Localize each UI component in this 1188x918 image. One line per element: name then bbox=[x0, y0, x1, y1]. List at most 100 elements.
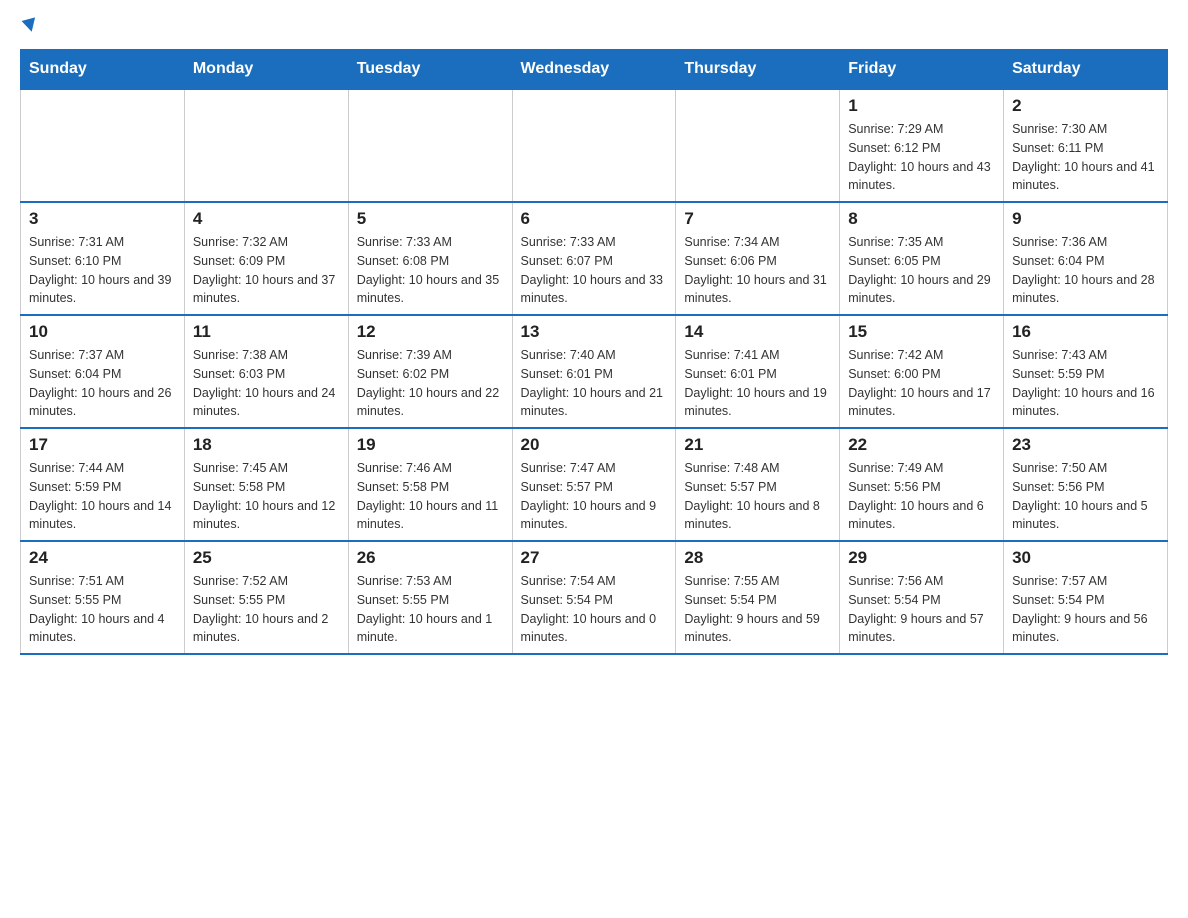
calendar-cell: 5 Sunrise: 7:33 AM Sunset: 6:08 PM Daylig… bbox=[348, 202, 512, 315]
day-number: 12 bbox=[357, 322, 504, 342]
calendar-cell: 27 Sunrise: 7:54 AM Sunset: 5:54 PM Dayli… bbox=[512, 541, 676, 654]
calendar-cell: 19Sunrise: 7:46 AM Sunset: 5:58 PM Dayli… bbox=[348, 428, 512, 541]
day-info: Sunrise: 7:41 AM Sunset: 6:01 PM Dayligh… bbox=[684, 346, 831, 421]
calendar-cell: 16Sunrise: 7:43 AM Sunset: 5:59 PM Dayli… bbox=[1004, 315, 1168, 428]
weekday-header-tuesday: Tuesday bbox=[348, 50, 512, 90]
day-number: 13 bbox=[521, 322, 668, 342]
day-info: Sunrise: 7:32 AM Sunset: 6:09 PM Dayligh… bbox=[193, 233, 340, 308]
day-number: 15 bbox=[848, 322, 995, 342]
calendar-cell: 14 Sunrise: 7:41 AM Sunset: 6:01 PM Dayli… bbox=[676, 315, 840, 428]
day-info: Sunrise: 7:49 AM Sunset: 5:56 PM Dayligh… bbox=[848, 459, 995, 534]
calendar-cell: 15 Sunrise: 7:42 AM Sunset: 6:00 PM Dayli… bbox=[840, 315, 1004, 428]
logo-general-text bbox=[20, 20, 37, 33]
day-info: Sunrise: 7:35 AM Sunset: 6:05 PM Dayligh… bbox=[848, 233, 995, 308]
calendar-cell bbox=[676, 89, 840, 202]
calendar-week-3: 10 Sunrise: 7:37 AM Sunset: 6:04 PM Dayli… bbox=[21, 315, 1168, 428]
day-number: 18 bbox=[193, 435, 340, 455]
calendar-cell bbox=[184, 89, 348, 202]
day-info: Sunrise: 7:52 AM Sunset: 5:55 PM Dayligh… bbox=[193, 572, 340, 647]
day-info: Sunrise: 7:47 AM Sunset: 5:57 PM Dayligh… bbox=[521, 459, 668, 534]
calendar-cell: 13 Sunrise: 7:40 AM Sunset: 6:01 PM Dayli… bbox=[512, 315, 676, 428]
day-number: 25 bbox=[193, 548, 340, 568]
day-info: Sunrise: 7:38 AM Sunset: 6:03 PM Dayligh… bbox=[193, 346, 340, 421]
weekday-header-monday: Monday bbox=[184, 50, 348, 90]
calendar-cell: 30 Sunrise: 7:57 AM Sunset: 5:54 PM Dayli… bbox=[1004, 541, 1168, 654]
day-info: Sunrise: 7:54 AM Sunset: 5:54 PM Dayligh… bbox=[521, 572, 668, 647]
calendar-cell: 6Sunrise: 7:33 AM Sunset: 6:07 PM Daylig… bbox=[512, 202, 676, 315]
day-number: 20 bbox=[521, 435, 668, 455]
calendar-table: SundayMondayTuesdayWednesdayThursdayFrid… bbox=[20, 49, 1168, 655]
day-info: Sunrise: 7:53 AM Sunset: 5:55 PM Dayligh… bbox=[357, 572, 504, 647]
day-number: 17 bbox=[29, 435, 176, 455]
day-info: Sunrise: 7:57 AM Sunset: 5:54 PM Dayligh… bbox=[1012, 572, 1159, 647]
day-number: 27 bbox=[521, 548, 668, 568]
calendar-cell: 20 Sunrise: 7:47 AM Sunset: 5:57 PM Dayli… bbox=[512, 428, 676, 541]
weekday-header-wednesday: Wednesday bbox=[512, 50, 676, 90]
day-number: 29 bbox=[848, 548, 995, 568]
day-number: 19 bbox=[357, 435, 504, 455]
day-info: Sunrise: 7:34 AM Sunset: 6:06 PM Dayligh… bbox=[684, 233, 831, 308]
calendar-cell: 9 Sunrise: 7:36 AM Sunset: 6:04 PM Daylig… bbox=[1004, 202, 1168, 315]
calendar-cell bbox=[348, 89, 512, 202]
day-number: 14 bbox=[684, 322, 831, 342]
day-info: Sunrise: 7:37 AM Sunset: 6:04 PM Dayligh… bbox=[29, 346, 176, 421]
calendar-cell: 8 Sunrise: 7:35 AM Sunset: 6:05 PM Daylig… bbox=[840, 202, 1004, 315]
calendar-cell: 24 Sunrise: 7:51 AM Sunset: 5:55 PM Dayli… bbox=[21, 541, 185, 654]
calendar-cell: 1 Sunrise: 7:29 AM Sunset: 6:12 PM Daylig… bbox=[840, 89, 1004, 202]
calendar-cell: 11 Sunrise: 7:38 AM Sunset: 6:03 PM Dayli… bbox=[184, 315, 348, 428]
day-number: 6 bbox=[521, 209, 668, 229]
day-number: 11 bbox=[193, 322, 340, 342]
day-number: 26 bbox=[357, 548, 504, 568]
day-info: Sunrise: 7:30 AM Sunset: 6:11 PM Dayligh… bbox=[1012, 120, 1159, 195]
calendar-cell: 10 Sunrise: 7:37 AM Sunset: 6:04 PM Dayli… bbox=[21, 315, 185, 428]
calendar-cell: 26 Sunrise: 7:53 AM Sunset: 5:55 PM Dayli… bbox=[348, 541, 512, 654]
logo bbox=[20, 20, 37, 33]
calendar-header-row: SundayMondayTuesdayWednesdayThursdayFrid… bbox=[21, 50, 1168, 90]
weekday-header-sunday: Sunday bbox=[21, 50, 185, 90]
weekday-header-friday: Friday bbox=[840, 50, 1004, 90]
day-number: 24 bbox=[29, 548, 176, 568]
calendar-week-2: 3 Sunrise: 7:31 AM Sunset: 6:10 PM Daylig… bbox=[21, 202, 1168, 315]
day-number: 4 bbox=[193, 209, 340, 229]
day-number: 28 bbox=[684, 548, 831, 568]
day-info: Sunrise: 7:36 AM Sunset: 6:04 PM Dayligh… bbox=[1012, 233, 1159, 308]
calendar-week-4: 17 Sunrise: 7:44 AM Sunset: 5:59 PM Dayli… bbox=[21, 428, 1168, 541]
day-number: 8 bbox=[848, 209, 995, 229]
calendar-cell: 28 Sunrise: 7:55 AM Sunset: 5:54 PM Dayli… bbox=[676, 541, 840, 654]
day-number: 16 bbox=[1012, 322, 1159, 342]
day-info: Sunrise: 7:48 AM Sunset: 5:57 PM Dayligh… bbox=[684, 459, 831, 534]
day-info: Sunrise: 7:42 AM Sunset: 6:00 PM Dayligh… bbox=[848, 346, 995, 421]
calendar-cell: 23Sunrise: 7:50 AM Sunset: 5:56 PM Dayli… bbox=[1004, 428, 1168, 541]
calendar-cell: 25 Sunrise: 7:52 AM Sunset: 5:55 PM Dayli… bbox=[184, 541, 348, 654]
day-info: Sunrise: 7:51 AM Sunset: 5:55 PM Dayligh… bbox=[29, 572, 176, 647]
calendar-cell: 22Sunrise: 7:49 AM Sunset: 5:56 PM Dayli… bbox=[840, 428, 1004, 541]
day-number: 10 bbox=[29, 322, 176, 342]
day-number: 5 bbox=[357, 209, 504, 229]
calendar-cell: 17 Sunrise: 7:44 AM Sunset: 5:59 PM Dayli… bbox=[21, 428, 185, 541]
day-info: Sunrise: 7:44 AM Sunset: 5:59 PM Dayligh… bbox=[29, 459, 176, 534]
day-number: 3 bbox=[29, 209, 176, 229]
day-info: Sunrise: 7:31 AM Sunset: 6:10 PM Dayligh… bbox=[29, 233, 176, 308]
weekday-header-saturday: Saturday bbox=[1004, 50, 1168, 90]
day-number: 30 bbox=[1012, 548, 1159, 568]
calendar-cell: 12 Sunrise: 7:39 AM Sunset: 6:02 PM Dayli… bbox=[348, 315, 512, 428]
logo-triangle-icon bbox=[22, 17, 39, 33]
page-header bbox=[20, 20, 1168, 33]
calendar-cell: 18 Sunrise: 7:45 AM Sunset: 5:58 PM Dayli… bbox=[184, 428, 348, 541]
day-number: 23 bbox=[1012, 435, 1159, 455]
day-info: Sunrise: 7:29 AM Sunset: 6:12 PM Dayligh… bbox=[848, 120, 995, 195]
calendar-cell: 4 Sunrise: 7:32 AM Sunset: 6:09 PM Daylig… bbox=[184, 202, 348, 315]
calendar-cell: 29Sunrise: 7:56 AM Sunset: 5:54 PM Dayli… bbox=[840, 541, 1004, 654]
day-number: 2 bbox=[1012, 96, 1159, 116]
day-info: Sunrise: 7:45 AM Sunset: 5:58 PM Dayligh… bbox=[193, 459, 340, 534]
day-number: 7 bbox=[684, 209, 831, 229]
day-info: Sunrise: 7:40 AM Sunset: 6:01 PM Dayligh… bbox=[521, 346, 668, 421]
calendar-cell bbox=[21, 89, 185, 202]
day-number: 9 bbox=[1012, 209, 1159, 229]
weekday-header-thursday: Thursday bbox=[676, 50, 840, 90]
day-number: 1 bbox=[848, 96, 995, 116]
day-info: Sunrise: 7:33 AM Sunset: 6:08 PM Dayligh… bbox=[357, 233, 504, 308]
day-info: Sunrise: 7:55 AM Sunset: 5:54 PM Dayligh… bbox=[684, 572, 831, 647]
day-info: Sunrise: 7:39 AM Sunset: 6:02 PM Dayligh… bbox=[357, 346, 504, 421]
calendar-week-1: 1 Sunrise: 7:29 AM Sunset: 6:12 PM Daylig… bbox=[21, 89, 1168, 202]
